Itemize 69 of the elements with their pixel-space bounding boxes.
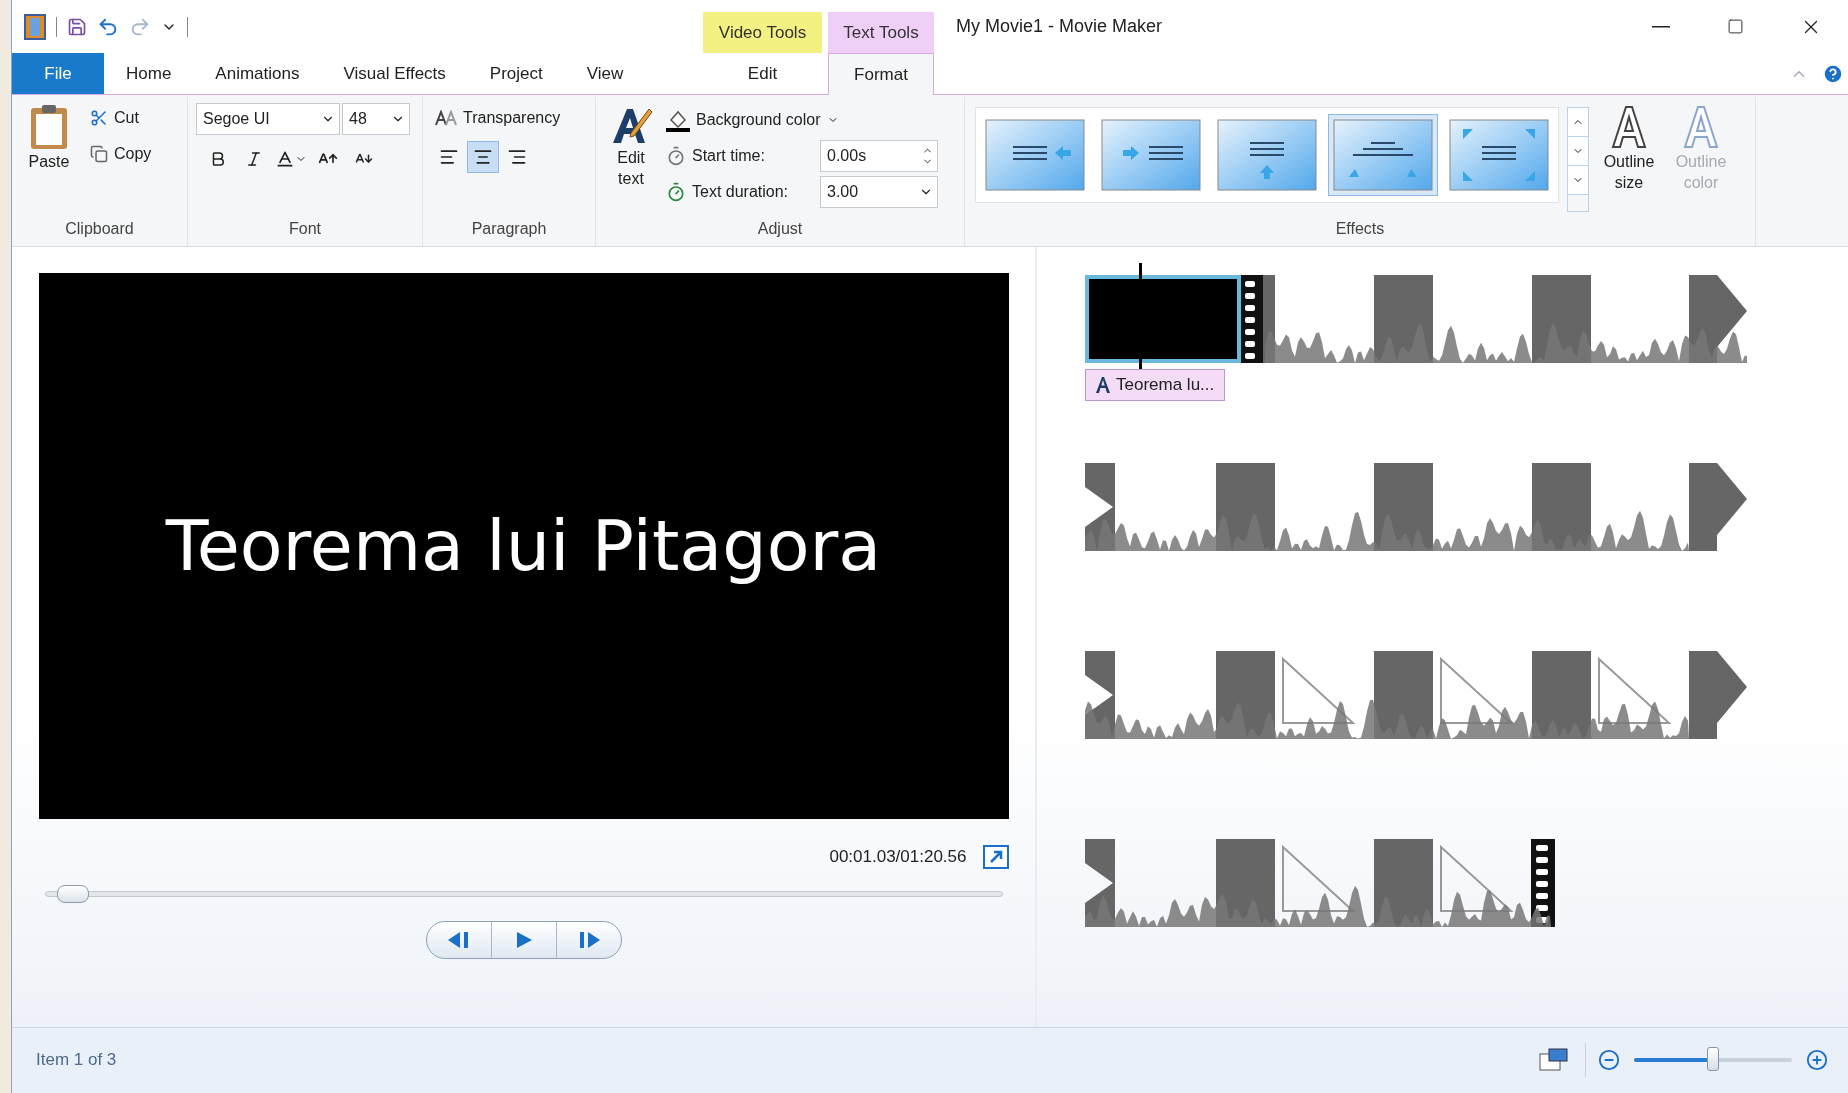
transparency-button[interactable]: Transparency <box>431 103 587 133</box>
stopwatch-icon <box>666 182 686 202</box>
start-time-field[interactable]: 0.00s <box>820 140 938 172</box>
paint-bucket-icon <box>666 108 690 132</box>
font-color-icon <box>275 149 295 169</box>
ribbon-tab[interactable]: Visual Effects <box>321 53 468 94</box>
text-caption-tag[interactable]: Teorema lu... <box>1085 368 1226 401</box>
stopwatch-icon <box>666 146 686 166</box>
clip-strip-drawing[interactable] <box>1085 462 1747 551</box>
zoom-out-icon[interactable] <box>1598 1049 1620 1072</box>
clip-strip-drawing[interactable] <box>1085 650 1747 739</box>
background-color-button[interactable]: Background color <box>666 103 938 137</box>
window-title: My Movie1 - Movie Maker <box>956 16 1164 37</box>
paste-button[interactable]: Paste <box>20 103 78 212</box>
align-left-icon <box>439 147 459 167</box>
effect-option[interactable] <box>1328 114 1438 196</box>
effect-thumbnail-icon <box>985 119 1085 191</box>
copy-icon <box>90 145 108 163</box>
alignment-button[interactable] <box>467 141 499 173</box>
file-tab[interactable]: File <box>12 53 104 94</box>
group-label: Adjust <box>756 218 804 239</box>
effect-thumbnail-icon <box>1101 119 1201 191</box>
ribbon-tab[interactable]: Edit <box>703 53 822 94</box>
effect-thumbnail-icon <box>1333 119 1433 191</box>
ribbon-tab[interactable]: Animations <box>193 53 322 94</box>
help-icon[interactable] <box>1822 62 1844 85</box>
group-label: Clipboard <box>64 218 135 239</box>
edit-text-button[interactable]: Edit text <box>604 103 658 212</box>
zoom-in-icon[interactable] <box>1806 1049 1828 1072</box>
seek-thumb[interactable] <box>56 884 89 903</box>
outlined-letter-icon <box>1609 103 1649 151</box>
text-duration-dropdown[interactable]: 3.00 <box>820 176 938 208</box>
film-app-icon[interactable] <box>24 13 46 40</box>
zoom-slider-thumb[interactable] <box>1707 1047 1719 1072</box>
context-tab-header: Text Tools <box>828 12 934 53</box>
ribbon-tab[interactable]: Home <box>104 53 194 94</box>
maximize-icon <box>1727 18 1744 35</box>
font-size-dropdown[interactable]: 48 <box>342 103 410 135</box>
ribbon-tab[interactable]: Format <box>828 53 934 95</box>
group-label: Effects <box>1334 218 1386 239</box>
clip-strip-drawing[interactable] <box>1085 274 1747 363</box>
group-label: Paragraph <box>470 218 548 239</box>
minimize-icon <box>1651 25 1670 28</box>
status-text: Item 1 of 3 <box>36 1050 118 1071</box>
font-family-dropdown[interactable]: Segoe UI <box>196 103 340 135</box>
align-right-icon <box>507 147 527 167</box>
align-center-icon <box>473 147 493 167</box>
clipboard-icon <box>29 103 69 151</box>
copy-button[interactable]: Copy <box>86 139 156 169</box>
save-icon[interactable] <box>67 16 87 37</box>
italic-icon <box>245 150 263 168</box>
ribbon-tab[interactable]: Project <box>467 53 565 94</box>
fullscreen-icon[interactable] <box>982 844 1009 869</box>
effect-thumbnail-icon <box>1217 119 1317 191</box>
storyboard-view-icon[interactable] <box>1539 1048 1569 1073</box>
playback-time: 00:01.03/01:20.56 <box>829 846 967 867</box>
effect-thumbnail-icon <box>1449 119 1549 191</box>
outlined-letter-icon <box>1681 103 1721 151</box>
cut-button[interactable]: Cut <box>86 103 156 133</box>
group-label: Font <box>288 218 322 239</box>
letter-icon <box>1096 376 1110 393</box>
transparency-icon <box>435 110 457 126</box>
outline-size-button[interactable]: Outline size <box>1597 103 1661 212</box>
ribbon-tab[interactable]: View <box>564 53 646 94</box>
field-label: Text duration: <box>692 183 790 201</box>
field-label: Start time: <box>692 147 766 165</box>
scissors-icon <box>90 109 108 127</box>
preview-title-text: Teorema lui Pitagora <box>165 504 882 587</box>
context-tab-header: Video Tools <box>703 12 822 53</box>
